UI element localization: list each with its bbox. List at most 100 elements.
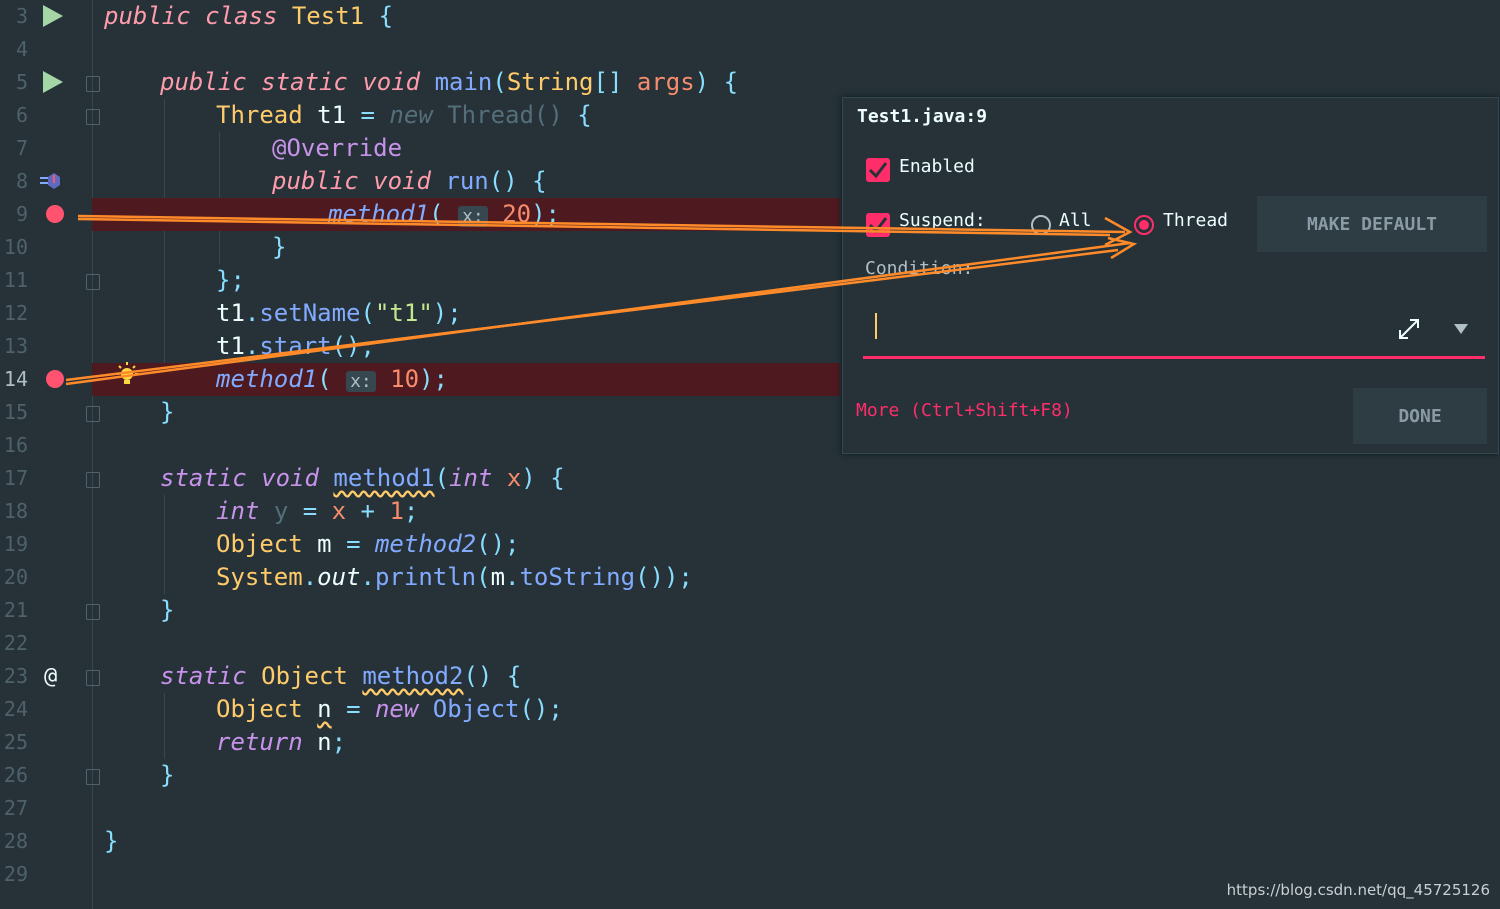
paren: ); bbox=[531, 200, 561, 228]
breakpoint-icon[interactable] bbox=[46, 205, 64, 223]
code-line[interactable]: 26 } bbox=[0, 759, 1500, 792]
keyword: static bbox=[160, 464, 247, 492]
fold-icon[interactable] bbox=[86, 109, 100, 125]
at-icon[interactable]: @ bbox=[44, 660, 57, 693]
fold-icon[interactable] bbox=[86, 769, 100, 785]
code-line[interactable]: 21 } bbox=[0, 594, 1500, 627]
radio-all-label[interactable]: All bbox=[1059, 210, 1092, 231]
code-line[interactable]: 4 bbox=[0, 33, 1500, 66]
keyword: public bbox=[104, 2, 191, 30]
brace: { bbox=[577, 101, 592, 129]
text-caret bbox=[875, 313, 877, 339]
more-link[interactable]: More (Ctrl+Shift+F8) bbox=[856, 400, 1073, 421]
line-number: 3 bbox=[15, 4, 28, 28]
code-line[interactable]: 22 bbox=[0, 627, 1500, 660]
variable: n bbox=[317, 695, 332, 723]
fold-icon[interactable] bbox=[86, 76, 100, 92]
line-number: 16 bbox=[3, 433, 28, 457]
code-line[interactable]: 18 int y = x + 1; bbox=[0, 495, 1500, 528]
expand-icon[interactable] bbox=[1396, 316, 1422, 342]
method-name: run bbox=[445, 167, 489, 195]
line-number: 11 bbox=[3, 268, 28, 292]
keyword: class bbox=[205, 2, 278, 30]
code-line[interactable]: 19 Object m = method2(); bbox=[0, 528, 1500, 561]
code-line[interactable]: 3 public class Test1 { bbox=[0, 0, 1500, 33]
done-button[interactable]: DONE bbox=[1353, 388, 1487, 444]
brace: } bbox=[272, 233, 287, 261]
enabled-checkbox[interactable] bbox=[866, 158, 890, 182]
constructor-call: Object bbox=[432, 695, 520, 723]
code-text: public void run() { bbox=[272, 165, 547, 198]
fold-icon[interactable] bbox=[86, 670, 100, 686]
code-text: static Object method2() { bbox=[160, 660, 521, 693]
code-line[interactable]: 23 @ static Object method2() { bbox=[0, 660, 1500, 693]
code-text: } bbox=[160, 759, 174, 792]
fold-icon[interactable] bbox=[86, 472, 100, 488]
fold-icon[interactable] bbox=[86, 406, 100, 422]
keyword: static bbox=[261, 68, 348, 96]
brace: } bbox=[160, 596, 175, 624]
variable: t1 bbox=[317, 101, 347, 129]
enabled-label[interactable]: Enabled bbox=[899, 156, 975, 177]
operator: = bbox=[346, 695, 361, 723]
type-name: Thread bbox=[216, 101, 303, 129]
type-name: Object bbox=[216, 530, 303, 558]
radio-thread[interactable] bbox=[1134, 215, 1154, 235]
line-number: 4 bbox=[15, 37, 28, 61]
annotation: @Override bbox=[272, 134, 403, 162]
code-line[interactable]: 20 System.out.println(m.toString()); bbox=[0, 561, 1500, 594]
line-number: 13 bbox=[3, 334, 28, 358]
paren: ( bbox=[492, 68, 507, 96]
paren: (); bbox=[519, 695, 563, 723]
paren: () bbox=[463, 662, 493, 690]
code-line[interactable]: 28 } bbox=[0, 825, 1500, 858]
run-icon[interactable] bbox=[43, 5, 63, 27]
line-number: 5 bbox=[15, 70, 28, 94]
dot: . bbox=[505, 563, 520, 591]
code-line[interactable]: 24 Object n = new Object(); bbox=[0, 693, 1500, 726]
fold-icon[interactable] bbox=[86, 604, 100, 620]
code-text: } bbox=[104, 825, 118, 858]
fold-icon[interactable] bbox=[86, 274, 100, 290]
chevron-down-icon[interactable] bbox=[1452, 322, 1470, 336]
breakpoint-icon[interactable] bbox=[46, 370, 64, 388]
line-number: 29 bbox=[3, 862, 28, 886]
variable: t1 bbox=[216, 299, 245, 327]
variable: m bbox=[490, 563, 506, 591]
brackets: [] bbox=[593, 68, 623, 96]
paren: (); bbox=[331, 332, 375, 360]
code-text: }; bbox=[216, 264, 245, 297]
keyword: int bbox=[216, 497, 260, 525]
code-text: method1( x: 10); bbox=[216, 363, 448, 398]
suspend-checkbox[interactable] bbox=[866, 213, 890, 237]
number-literal: 20 bbox=[502, 200, 532, 228]
radio-thread-label[interactable]: Thread bbox=[1163, 210, 1228, 231]
code-text: return n; bbox=[216, 726, 346, 759]
method-call: toString bbox=[519, 563, 636, 591]
line-number: 28 bbox=[3, 829, 28, 853]
code-line[interactable]: 17 static void method1(int x) { bbox=[0, 462, 1500, 495]
method-call: println bbox=[374, 563, 477, 591]
lightbulb-icon[interactable] bbox=[114, 362, 142, 390]
code-line[interactable]: 27 bbox=[0, 792, 1500, 825]
line-number: 19 bbox=[3, 532, 28, 556]
code-line[interactable]: 25 return n; bbox=[0, 726, 1500, 759]
code-text: Object n = new Object(); bbox=[216, 693, 563, 726]
variable: y bbox=[273, 497, 289, 525]
brace: } bbox=[160, 761, 175, 789]
code-line[interactable]: 5 public static void main(String[] args)… bbox=[0, 66, 1500, 99]
variable: m bbox=[317, 530, 332, 558]
run-icon[interactable] bbox=[43, 71, 63, 93]
condition-input[interactable] bbox=[863, 310, 1485, 359]
code-text: System.out.println(m.toString()); bbox=[216, 561, 693, 594]
dot: . bbox=[244, 332, 260, 360]
implements-icon[interactable] bbox=[38, 170, 62, 192]
radio-all[interactable] bbox=[1031, 215, 1051, 235]
method-name: method2 bbox=[362, 662, 464, 690]
class-name: Test1 bbox=[291, 2, 365, 30]
brace: } bbox=[104, 827, 119, 855]
condition-label: Condition: bbox=[865, 258, 974, 279]
check-icon bbox=[868, 162, 888, 179]
paren: ( bbox=[476, 563, 491, 591]
make-default-button[interactable]: MAKE DEFAULT bbox=[1257, 196, 1487, 252]
